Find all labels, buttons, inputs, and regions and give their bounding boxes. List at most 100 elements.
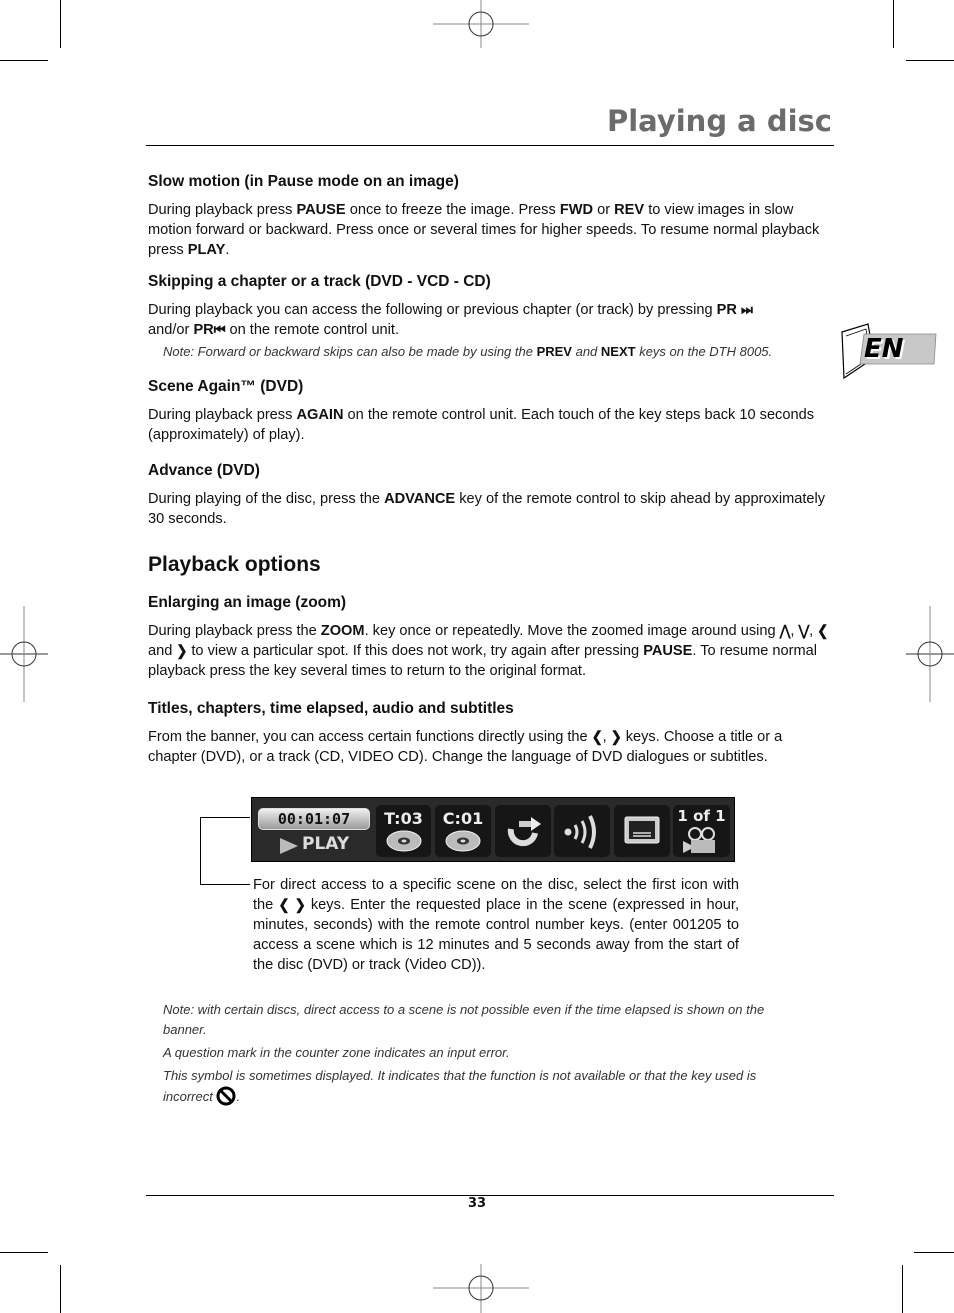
note: Note: with certain discs, direct access … [163, 1002, 765, 1037]
left-arrow-icon: ❮ [591, 728, 603, 745]
registration-mark-left [0, 606, 48, 702]
up-arrow-icon: ⋀ [779, 622, 791, 639]
crop-mark [893, 0, 894, 48]
down-arrow-icon: ⋁ [798, 622, 810, 639]
text: keys on the DTH 8005. [635, 344, 773, 359]
right-arrow-icon: ❯ [294, 896, 306, 913]
camera-angle-icon [683, 827, 715, 853]
section-heading: Scene Again™ (DVD) [148, 378, 304, 395]
playback-options-section: Playback options [148, 552, 832, 578]
text: . [225, 242, 230, 258]
repeat-cell[interactable] [495, 805, 551, 857]
slow-motion-section: Slow motion (in Pause mode on an image) … [148, 172, 832, 260]
crop-mark [914, 1252, 954, 1253]
key-name: ADVANCE [384, 491, 456, 507]
audio-icon [564, 815, 596, 849]
registration-mark-top [433, 0, 529, 48]
crop-mark [60, 1265, 61, 1313]
crop-mark [60, 0, 61, 48]
key-name: FWD [559, 202, 594, 218]
key-name: NEXT [600, 344, 636, 359]
key-name: PLAY [187, 242, 226, 258]
note: This symbol is sometimes displayed. It i… [163, 1066, 793, 1107]
key-name: AGAIN [296, 407, 344, 423]
callout-leader [200, 817, 250, 818]
crop-mark [0, 1252, 48, 1253]
right-arrow-icon: ❯ [610, 728, 622, 745]
angle-cell[interactable]: 1 of 1 [673, 805, 730, 857]
advance-section: Advance (DVD) During playing of the disc… [148, 461, 832, 529]
text: on the remote control unit. [225, 322, 400, 338]
callout-leader [200, 817, 201, 885]
section-heading: Enlarging an image (zoom) [148, 594, 347, 611]
scene-again-section: Scene Again™ (DVD) During playback press… [148, 377, 832, 445]
text: During playback press the [148, 623, 321, 639]
crop-mark [906, 60, 954, 61]
text: , [602, 729, 611, 745]
subtitle-cell[interactable] [614, 805, 670, 857]
dvd-banner: 00:01:07 PLAY T:03 C:01 1 of 1 [251, 797, 735, 862]
text: and [148, 643, 177, 659]
text: keys. Enter the requested place in the s… [253, 897, 740, 973]
text: From the banner, you can access certain … [148, 729, 592, 745]
notes-block: Note: with certain discs, direct access … [163, 1000, 793, 1107]
key-name: PAUSE [643, 643, 693, 659]
language-tab: EN [838, 318, 938, 382]
note: Note: Forward or backward skips can also… [163, 342, 832, 362]
play-status: PLAY [302, 834, 350, 854]
text: . [236, 1089, 241, 1104]
section-heading: Slow motion (in Pause mode on an image) [148, 173, 459, 190]
zoom-section: Enlarging an image (zoom) During playbac… [148, 593, 832, 681]
key-name: PREV [536, 344, 572, 359]
text: , [790, 623, 799, 639]
page-number: 33 [467, 1196, 487, 1211]
key-name: PAUSE [296, 202, 346, 218]
header-rule [146, 145, 834, 146]
section-body: During playing of the disc, press the AD… [148, 489, 832, 529]
disc-icon [445, 830, 481, 852]
text: and [571, 344, 601, 359]
text: and/or [148, 322, 194, 338]
text: Note: Forward or backward skips can also… [163, 344, 537, 359]
section-body: From the banner, you can access certain … [148, 727, 832, 767]
text: once to freeze the image. Press [345, 202, 560, 218]
language-tab-label: EN [864, 334, 904, 364]
section-body: During playback press AGAIN on the remot… [148, 405, 832, 445]
time-elapsed-field[interactable]: 00:01:07 [258, 808, 370, 830]
section-heading: Advance (DVD) [148, 462, 260, 479]
key-name: PR [193, 322, 214, 338]
section-heading: Titles, chapters, time elapsed, audio an… [148, 700, 514, 717]
text: , [809, 623, 818, 639]
text: or [593, 202, 615, 218]
text: to view a particular spot. If this does … [187, 643, 644, 659]
title-number: T:03 [384, 809, 423, 828]
text: During playback press [148, 407, 297, 423]
repeat-icon [507, 817, 541, 847]
section-body: During playback you can access the follo… [148, 300, 832, 340]
audio-cell[interactable] [554, 805, 610, 857]
left-arrow-icon: ❮ [817, 622, 829, 639]
registration-mark-bottom [433, 1264, 529, 1313]
right-arrow-icon: ❯ [176, 642, 188, 659]
section-heading: Skipping a chapter or a track (DVD - VCD… [148, 273, 491, 290]
chapter-number: C:01 [442, 809, 484, 828]
key-name: ZOOM [320, 623, 365, 639]
section-title: Playback options [148, 553, 321, 576]
banner-callout: For direct access to a specific scene on… [253, 875, 739, 975]
skipping-section: Skipping a chapter or a track (DVD - VCD… [148, 272, 832, 362]
left-arrow-icon: ❮ [278, 896, 290, 913]
angle-value: 1 of 1 [677, 807, 726, 825]
key-name: REV [614, 202, 645, 218]
text: This symbol is sometimes displayed. It i… [163, 1068, 757, 1104]
crop-mark [0, 60, 48, 61]
prohibited-icon [216, 1086, 236, 1106]
subtitle-icon [624, 816, 660, 844]
title-cell[interactable]: T:03 [376, 805, 431, 857]
note: A question mark in the counter zone indi… [163, 1045, 510, 1060]
key-name: PR [716, 302, 737, 318]
chapter-cell[interactable]: C:01 [435, 805, 491, 857]
text: During playback press [148, 202, 297, 218]
play-icon [280, 838, 298, 854]
section-body: During playback press the ZOOM. key once… [148, 621, 832, 681]
callout-leader [200, 884, 250, 885]
